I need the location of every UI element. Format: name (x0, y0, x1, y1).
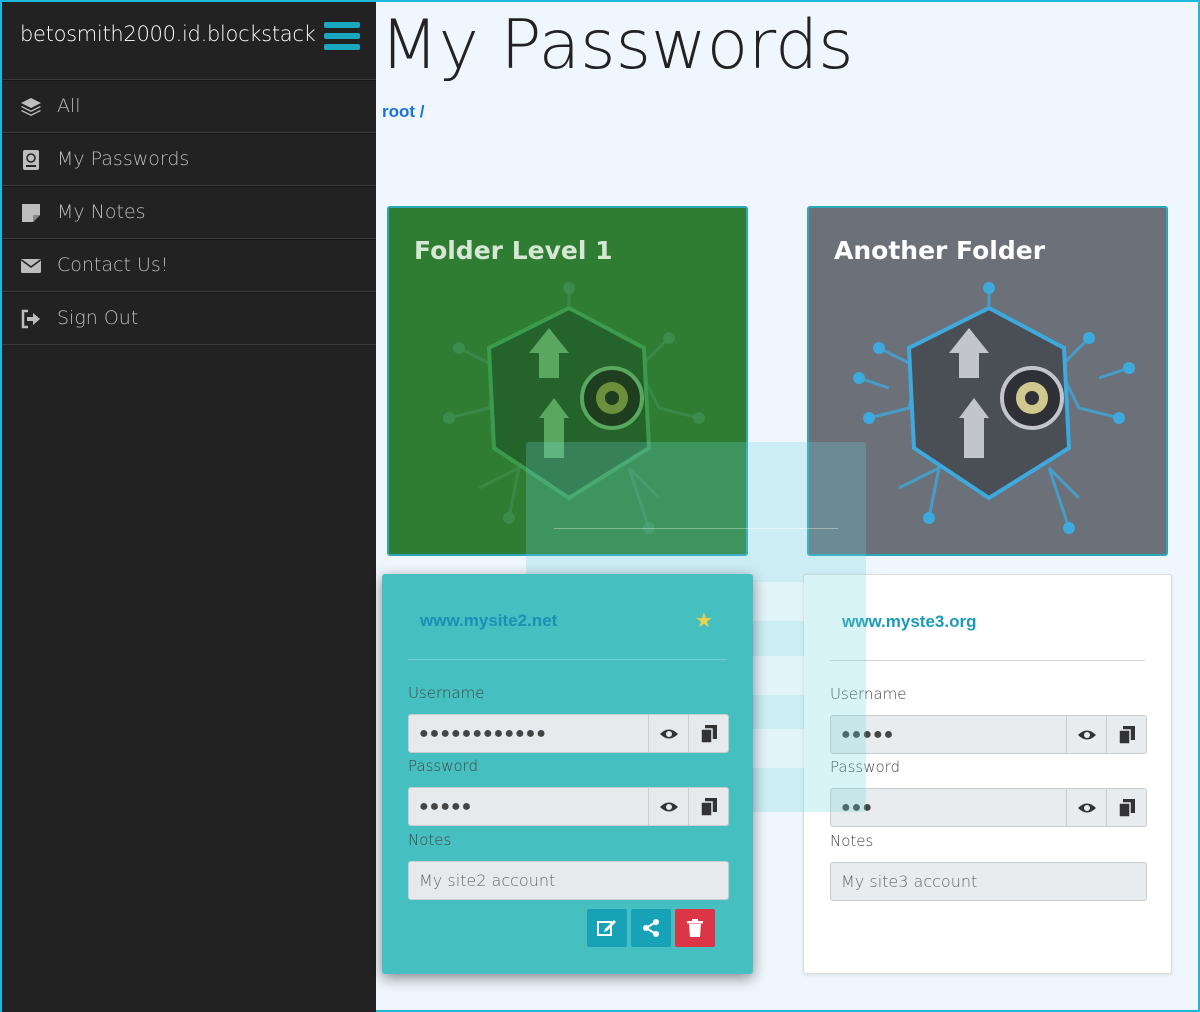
password-field: ●●●●● (408, 787, 729, 826)
password-card[interactable]: www.myste3.org Username ●●●●● Password ●… (803, 574, 1172, 974)
notes-label: Notes (408, 831, 452, 849)
username-label: Username (830, 685, 907, 703)
password-input[interactable]: ●●● (831, 789, 1066, 826)
password-label: Password (830, 758, 901, 776)
password-field: ●●● (830, 788, 1147, 827)
card-actions (587, 909, 715, 947)
sidebar-item-sign-out[interactable]: Sign Out (2, 292, 376, 345)
vault-icon (443, 282, 705, 534)
divider (830, 660, 1145, 661)
copy-icon[interactable] (688, 715, 728, 752)
eye-icon[interactable] (1066, 716, 1106, 753)
hamburger-menu-icon[interactable] (324, 22, 360, 54)
password-label: Password (408, 757, 479, 775)
username-field: ●●●●● (830, 715, 1147, 754)
username-label: Username (408, 684, 485, 702)
page-title: My Passwords (380, 6, 854, 85)
notes-textarea[interactable]: My site3 account (830, 862, 1147, 901)
card-site-title: www.mysite2.net (420, 611, 558, 630)
eye-icon[interactable] (1066, 789, 1106, 826)
sidebar-item-my-passwords[interactable]: My Passwords (2, 133, 376, 186)
username-field: ●●●●●●●●●●●● (408, 714, 729, 753)
divider (408, 659, 727, 660)
sidebar-item-label: My Notes (57, 201, 146, 223)
eye-icon[interactable] (648, 715, 688, 752)
breadcrumb: root / (382, 102, 425, 122)
share-icon (643, 919, 659, 937)
notes-textarea[interactable]: My site2 account (408, 861, 729, 900)
sticky-note-icon (22, 204, 40, 222)
sidebar-item-all[interactable]: All (2, 80, 376, 133)
delete-button[interactable] (675, 909, 715, 947)
folder-title: Another Folder (834, 236, 1046, 265)
sidebar-item-label: My Passwords (57, 148, 190, 170)
sidebar-item-contact-us[interactable]: Contact Us! (2, 239, 376, 292)
eye-icon[interactable] (648, 788, 688, 825)
trash-icon (687, 919, 703, 937)
username-input[interactable]: ●●●●●●●●●●●● (409, 715, 648, 752)
folder-title: Folder Level 1 (414, 236, 613, 265)
copy-icon[interactable] (1106, 789, 1146, 826)
folder-card[interactable]: Another Folder (807, 206, 1168, 556)
sidebar-item-label: Sign Out (57, 307, 139, 329)
edit-button[interactable] (587, 909, 627, 947)
username-input[interactable]: ●●●●● (831, 716, 1066, 753)
sign-out-icon (21, 309, 40, 329)
sidebar-item-my-notes[interactable]: My Notes (2, 186, 376, 239)
envelope-icon (21, 259, 41, 273)
password-input[interactable]: ●●●●● (409, 788, 648, 825)
sidebar-item-label: Contact Us! (57, 254, 169, 276)
sidebar: betosmith2000.id.blockstack All My Passw… (2, 2, 376, 1012)
user-name: betosmith2000.id.blockstack (20, 22, 316, 46)
breadcrumb-root-link[interactable]: root / (382, 102, 425, 121)
folder-card[interactable]: Folder Level 1 (387, 206, 748, 556)
card-site-title: www.myste3.org (842, 612, 977, 631)
notes-label: Notes (830, 832, 874, 850)
password-card[interactable]: www.mysite2.net ★ Username ●●●●●●●●●●●● … (382, 574, 753, 974)
layers-icon (21, 98, 41, 116)
star-icon[interactable]: ★ (695, 608, 713, 633)
sidebar-header: betosmith2000.id.blockstack (2, 2, 376, 80)
copy-icon[interactable] (688, 788, 728, 825)
share-button[interactable] (631, 909, 671, 947)
passport-icon (23, 150, 39, 170)
copy-icon[interactable] (1106, 716, 1146, 753)
edit-icon (597, 920, 616, 936)
vault-icon (853, 282, 1135, 534)
sidebar-item-label: All (57, 95, 81, 117)
